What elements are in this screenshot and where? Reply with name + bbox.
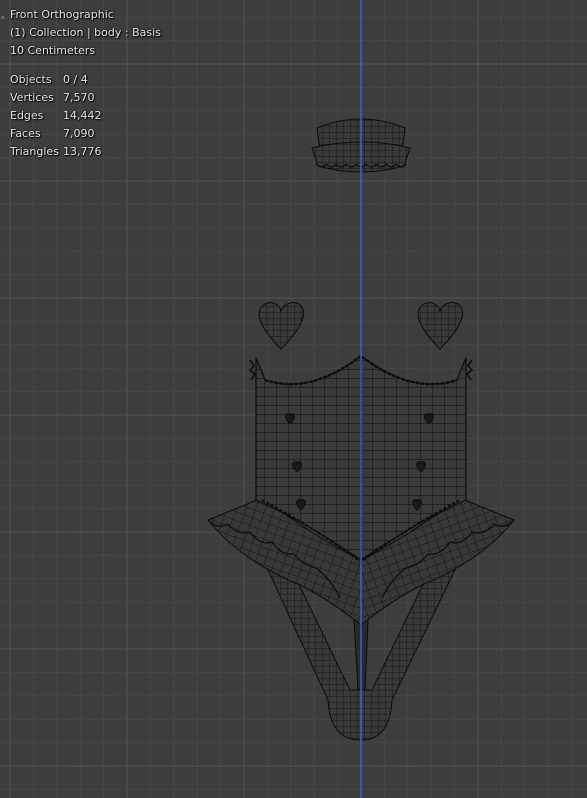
- stat-row-faces: Faces 7,090: [10, 125, 102, 143]
- scale-info: 10 Centimeters: [10, 44, 96, 57]
- stat-value: 13,776: [63, 145, 102, 158]
- stat-row-triangles: Triangles 13,776: [10, 143, 102, 161]
- chevron-right-icon[interactable]: ›: [1, 13, 5, 23]
- heart-mesh-right[interactable]: [417, 302, 463, 350]
- 3d-viewport[interactable]: › Front Orthographic (1) Collection | bo…: [0, 0, 587, 798]
- scene-statistics: Objects 0 / 4 Vertices 7,570 Edges 14,44…: [10, 71, 102, 161]
- stat-value: 7,090: [63, 127, 95, 140]
- collection-info: (1) Collection | body : Basis: [10, 26, 161, 39]
- view-name: Front Orthographic: [10, 8, 114, 21]
- stat-row-edges: Edges 14,442: [10, 107, 102, 125]
- stat-label: Objects: [10, 73, 52, 86]
- stat-row-objects: Objects 0 / 4: [10, 71, 102, 89]
- stat-label: Triangles: [10, 145, 59, 158]
- stat-row-vertices: Vertices 7,570: [10, 89, 102, 107]
- stat-value: 14,442: [63, 109, 102, 122]
- heart-mesh-left[interactable]: [258, 302, 304, 350]
- stat-label: Edges: [10, 109, 44, 122]
- stat-label: Faces: [10, 127, 41, 140]
- stat-value: 7,570: [63, 91, 95, 104]
- viewport-info: Front Orthographic (1) Collection | body…: [10, 6, 161, 60]
- stat-value: 0 / 4: [63, 73, 88, 86]
- stat-label: Vertices: [10, 91, 54, 104]
